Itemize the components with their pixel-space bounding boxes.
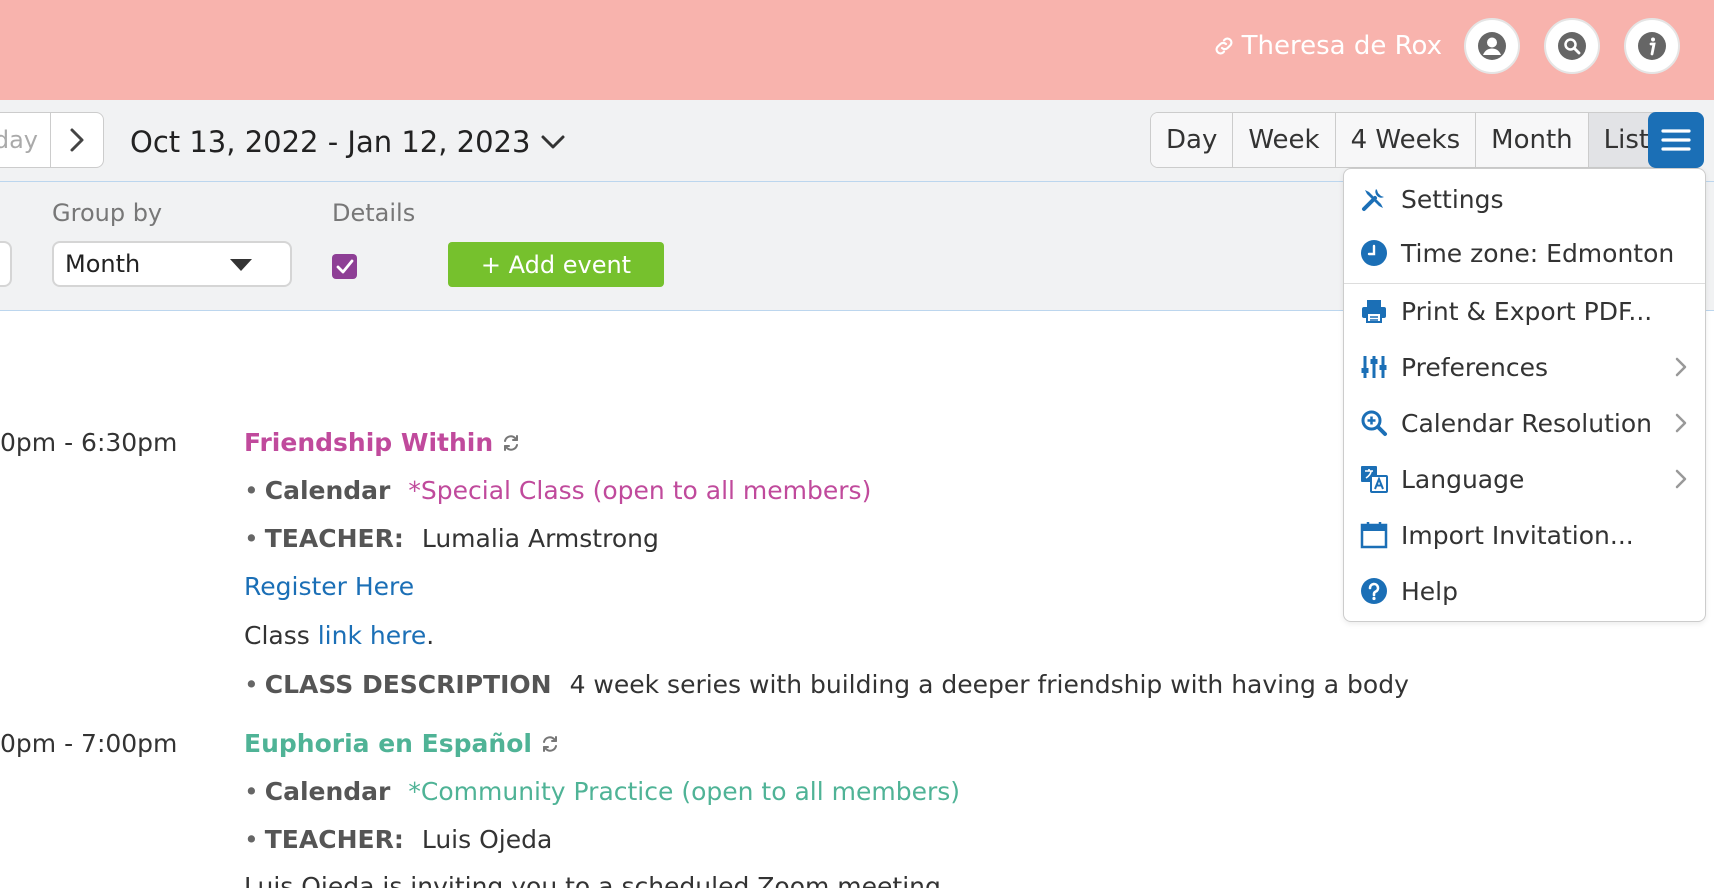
view-month-button[interactable]: Month (1476, 113, 1589, 167)
menu-item-label: Calendar Resolution (1401, 408, 1652, 438)
event-title-text: Euphoria en Español (244, 729, 532, 758)
menu-item-time-zone[interactable]: Time zone: Edmonton (1344, 227, 1705, 279)
chevron-down-icon (541, 135, 565, 149)
calendar-value: *Community Practice (open to all members… (408, 777, 961, 806)
view-switcher: Day Week 4 Weeks Month List (1150, 112, 1666, 168)
event-title[interactable]: Friendship Within (244, 428, 522, 457)
event-title-text: Friendship Within (244, 428, 494, 457)
user-name: Theresa de Rox (1241, 31, 1442, 61)
menu-divider (1344, 283, 1705, 284)
teacher-value: Lumalia Armstrong (421, 524, 659, 553)
class-text: Class (244, 621, 310, 650)
event-calendar-row: • Calendar *Special Class (open to all mem… (244, 476, 872, 505)
user-icon (1478, 32, 1506, 60)
info-icon (1638, 32, 1666, 60)
checkmark-icon (336, 259, 353, 273)
chevron-right-icon (1675, 357, 1687, 377)
class-period: . (426, 621, 435, 650)
today-button[interactable]: day (0, 113, 51, 167)
today-navigation: day (0, 112, 104, 168)
view-week-button[interactable]: Week (1233, 113, 1336, 167)
description-value: 4 week series with building a deeper fri… (569, 670, 1409, 699)
menu-item-label: Preferences (1401, 352, 1549, 382)
teacher-value: Luis Ojeda (421, 825, 553, 854)
event-time: 0pm - 6:30pm (0, 428, 178, 457)
description-label: CLASS DESCRIPTION (264, 670, 552, 699)
calendar-label: Calendar (264, 777, 391, 806)
event-teacher-row: • TEACHER: Luis Ojeda (244, 825, 553, 854)
repeat-icon (504, 434, 519, 451)
chevron-right-icon (70, 128, 84, 152)
sliders-icon (1361, 356, 1387, 378)
teacher-label: TEACHER: (264, 524, 404, 553)
repeat-icon (542, 735, 557, 752)
teacher-label: TEACHER: (264, 825, 404, 854)
account-button[interactable] (1464, 18, 1520, 74)
event-calendar-row: • Calendar *Community Practice (open to al… (244, 777, 961, 806)
menu-item-preferences[interactable]: Preferences (1344, 341, 1705, 393)
filter-select[interactable] (0, 241, 12, 287)
event-title[interactable]: Euphoria en Español (244, 729, 561, 758)
hamburger-icon (1661, 129, 1691, 151)
details-checkbox[interactable] (332, 254, 357, 279)
class-link-row: Class link here. (244, 621, 434, 650)
printer-icon (1362, 300, 1386, 323)
menu-item-settings[interactable]: Settings (1344, 173, 1705, 225)
translate-icon (1361, 466, 1388, 493)
caret-down-icon (230, 259, 252, 271)
chevron-right-icon (1675, 413, 1687, 433)
event-body-text: Luis Ojeda is inviting you to a schedule… (244, 872, 949, 888)
user-link[interactable]: Theresa de Rox (1212, 30, 1442, 62)
calendar-label: Calendar (264, 476, 391, 505)
menu-item-calendar-resolution[interactable]: Calendar Resolution (1344, 397, 1705, 449)
group-by-label: Group by (52, 199, 163, 227)
calendar-value: *Special Class (open to all members) (408, 476, 872, 505)
menu-item-language[interactable]: Language (1344, 453, 1705, 505)
event-description-row: • CLASS DESCRIPTION 4 week series with bui… (244, 670, 1409, 699)
clock-icon (1361, 240, 1387, 266)
menu-item-label: Print & Export PDF... (1401, 296, 1653, 326)
event-time: 0pm - 7:00pm (0, 729, 178, 758)
register-link[interactable]: Register Here (244, 572, 414, 601)
menu-item-import-invitation[interactable]: Import Invitation... (1344, 509, 1705, 561)
chevron-right-icon (1675, 469, 1687, 489)
group-by-value: Month (65, 250, 141, 278)
link-icon (1215, 37, 1233, 55)
calendar-icon (1360, 522, 1388, 549)
add-event-button[interactable]: + Add event (448, 242, 664, 287)
menu-item-label: Language (1401, 464, 1525, 494)
menu-item-label: Settings (1401, 184, 1504, 214)
search-icon (1558, 32, 1586, 60)
group-by-select[interactable]: Month (52, 241, 292, 287)
search-button[interactable] (1544, 18, 1600, 74)
event-teacher-row: • TEACHER: Lumalia Armstrong (244, 524, 659, 553)
app-header: Theresa de Rox (0, 0, 1714, 100)
date-range-picker[interactable]: Oct 13, 2022 - Jan 12, 2023 (130, 122, 566, 162)
details-label: Details (332, 199, 416, 227)
tools-icon (1362, 189, 1384, 211)
menu-item-label: Help (1401, 576, 1458, 606)
next-button[interactable] (51, 113, 103, 167)
zoom-in-icon (1361, 410, 1387, 436)
main-menu-button[interactable] (1648, 112, 1704, 168)
view-4-weeks-button[interactable]: 4 Weeks (1335, 113, 1477, 167)
class-link[interactable]: link here (318, 621, 427, 650)
date-range-label: Oct 13, 2022 - Jan 12, 2023 (130, 125, 531, 159)
menu-item-print-export[interactable]: Print & Export PDF... (1344, 285, 1705, 337)
menu-item-help[interactable]: Help (1344, 565, 1705, 617)
main-menu-dropdown: Settings Time zone: Edmonton Print & Exp… (1343, 168, 1706, 622)
info-button[interactable] (1624, 18, 1680, 74)
help-icon (1361, 578, 1387, 604)
menu-item-label: Import Invitation... (1401, 520, 1634, 550)
view-day-button[interactable]: Day (1151, 113, 1234, 167)
menu-item-label: Time zone: Edmonton (1401, 238, 1675, 268)
